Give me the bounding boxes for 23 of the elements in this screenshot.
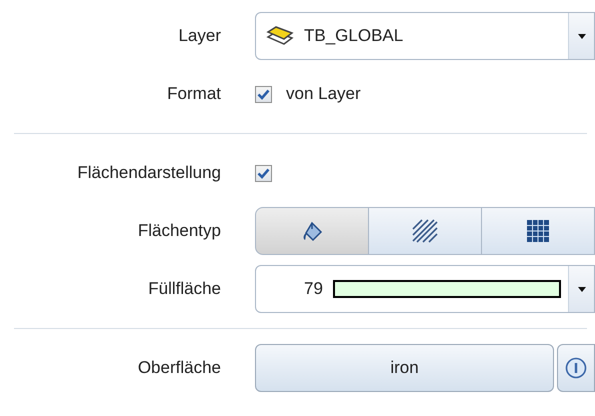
layer-dropdown[interactable]: TB_GLOBAL <box>255 12 595 60</box>
field-label: Füllfläche <box>147 278 221 300</box>
info-button[interactable] <box>557 344 595 392</box>
field-label: Oberfläche <box>136 357 221 380</box>
caret-icon <box>578 34 586 38</box>
checkbox-label: von Layer <box>286 83 361 106</box>
caret-icon <box>578 286 586 292</box>
field-label: Flächendarstellung <box>76 162 221 184</box>
layers-icon <box>266 26 294 46</box>
info-icon <box>565 357 587 379</box>
surface-button[interactable]: iron <box>255 344 554 392</box>
checkbox[interactable] <box>255 164 272 182</box>
field-label: Flächentyp <box>136 220 221 242</box>
dropdown-value: TB_GLOBAL <box>304 25 404 48</box>
field-label: Format <box>166 83 221 106</box>
color-number: 79 <box>304 278 323 300</box>
fill-type-tab[interactable] <box>482 207 595 255</box>
fill-type-tab[interactable] <box>369 207 482 255</box>
fill-dropdown[interactable]: 79 <box>255 265 595 313</box>
grid-pattern-icon <box>526 219 550 243</box>
hatch-icon <box>412 219 438 243</box>
checkbox[interactable] <box>255 86 272 102</box>
field-label: Layer <box>177 25 221 48</box>
